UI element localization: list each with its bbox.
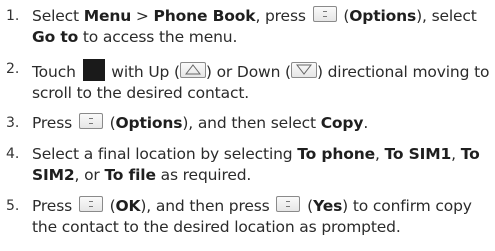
text: Select a final location by selecting [32, 145, 298, 163]
text: Touch [32, 63, 81, 81]
text: ), and then select [182, 114, 321, 132]
text: ( [104, 197, 116, 215]
step-number: 5. [6, 198, 20, 214]
yes-term: Yes [313, 197, 343, 215]
step-number: 4. [6, 146, 20, 162]
text: Press [32, 114, 77, 132]
text: ( [104, 114, 116, 132]
step-text: Press (Options), and then select Copy. [32, 113, 491, 134]
copy-term: Copy [320, 114, 364, 132]
black-navigation-key-icon [82, 59, 105, 81]
step-number: 1. [6, 8, 20, 24]
go-to-term: Go to [32, 27, 79, 46]
options-key-icon [78, 113, 103, 129]
step-number: 3. [6, 115, 20, 131]
ok-term: OK [115, 197, 141, 215]
menu-term: Menu [83, 7, 132, 25]
text: . [363, 114, 369, 132]
text: , [451, 145, 461, 163]
text: Select [32, 7, 84, 25]
yes-key-icon [276, 196, 301, 212]
text: ), select [416, 7, 477, 25]
up-arrow-key-icon [179, 62, 206, 78]
step-text: Touch with Up () or Down () directional … [32, 59, 491, 103]
step-text: Select a final location by selecting To … [32, 144, 491, 185]
text: > [131, 7, 154, 25]
text: as required. [155, 165, 252, 184]
options-term: Options [115, 114, 183, 132]
step-number: 2. [6, 61, 20, 77]
text: with Up ( [106, 63, 180, 81]
to-sim1-term: To SIM1 [384, 145, 452, 163]
step-text: Press (OK), and then press (Yes) to conf… [32, 196, 491, 237]
step-text: Select Menu > Phone Book, press (Options… [32, 6, 491, 47]
text: Press [32, 197, 77, 215]
text: ) or Down ( [205, 63, 291, 81]
text: ), and then press [140, 197, 275, 215]
text: , press [255, 7, 311, 25]
to-file-term: To file [104, 165, 156, 184]
text: , [374, 145, 385, 163]
text: ( [338, 7, 350, 25]
phone-book-term: Phone Book [153, 7, 256, 25]
text: , or [74, 165, 105, 184]
down-arrow-key-icon [290, 62, 317, 78]
options-term: Options [349, 7, 417, 25]
text: ( [302, 197, 314, 215]
options-key-icon [312, 6, 337, 22]
to-phone-term: To phone [297, 145, 375, 163]
ok-key-icon [78, 196, 103, 212]
text: to access the menu. [78, 27, 238, 46]
